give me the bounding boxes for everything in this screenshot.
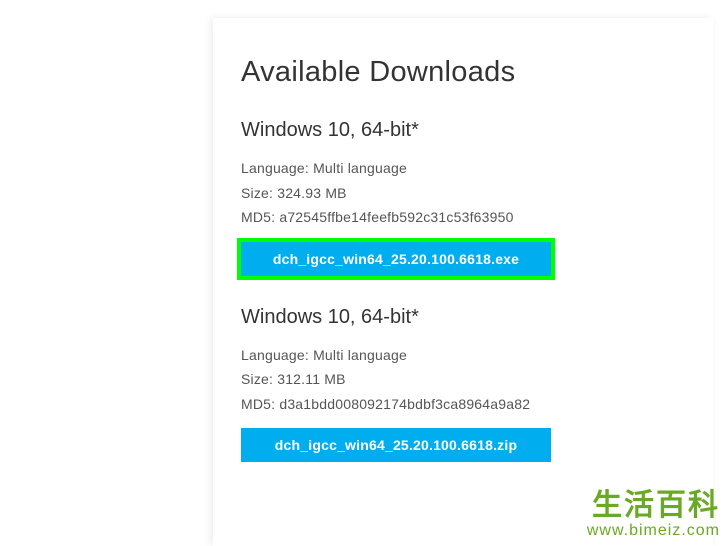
os-title: Windows 10, 64-bit* <box>241 306 685 329</box>
os-title: Windows 10, 64-bit* <box>241 119 685 142</box>
language-line: Language: Multi language <box>241 156 685 181</box>
download-block-zip: Windows 10, 64-bit* Language: Multi lang… <box>241 306 685 463</box>
md5-line: MD5: d3a1bdd008092174bdbf3ca8964a9a82 <box>241 392 685 417</box>
download-block-exe: Windows 10, 64-bit* Language: Multi lang… <box>241 119 685 276</box>
download-button-zip[interactable]: dch_igcc_win64_25.20.100.6618.zip <box>241 428 551 462</box>
downloads-panel: Available Downloads Windows 10, 64-bit* … <box>213 18 713 546</box>
md5-line: MD5: a72545ffbe14feefb592c31c53f63950 <box>241 205 685 230</box>
section-title: Available Downloads <box>241 56 685 89</box>
size-line: Size: 312.11 MB <box>241 367 685 392</box>
size-line: Size: 324.93 MB <box>241 181 685 206</box>
language-line: Language: Multi language <box>241 343 685 368</box>
download-button-exe[interactable]: dch_igcc_win64_25.20.100.6618.exe <box>241 242 551 276</box>
panel-inner: Available Downloads Windows 10, 64-bit* … <box>213 18 713 512</box>
